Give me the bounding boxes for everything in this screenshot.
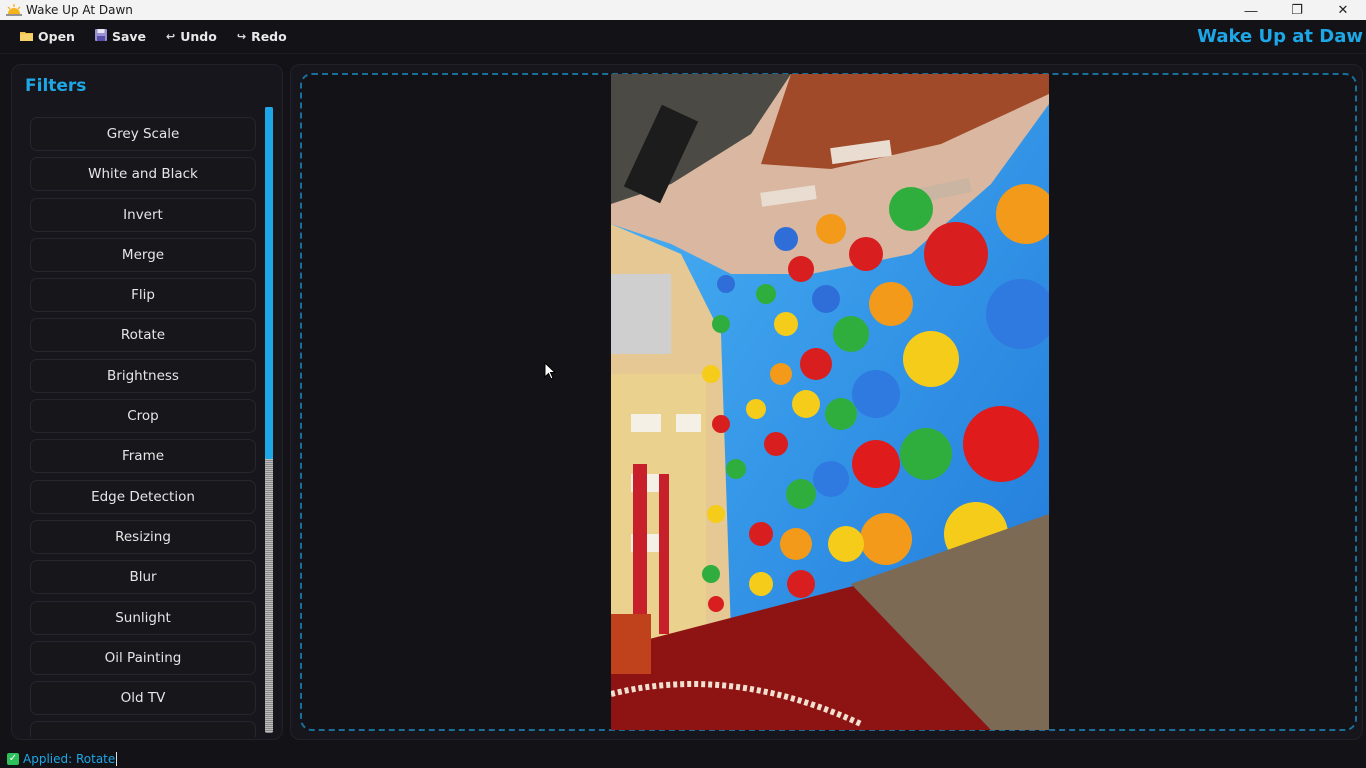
status-bar: ✓ Applied: Rotate — [0, 750, 1366, 768]
mouse-pointer-icon — [544, 361, 557, 385]
window-title-bar: Wake Up At Dawn — ❐ ✕ — [0, 0, 1366, 20]
filter-merge-button[interactable]: Merge — [30, 237, 256, 272]
status-message: Applied: Rotate — [23, 752, 118, 766]
image-canvas-panel — [290, 64, 1363, 740]
filter-frame-button[interactable]: Frame — [30, 439, 256, 474]
redo-button[interactable]: ↪ Redo — [227, 25, 297, 49]
filters-title: Filters — [25, 76, 87, 96]
undo-label: Undo — [180, 29, 217, 44]
folder-icon — [20, 29, 33, 44]
filter-crop-button[interactable]: Crop — [30, 399, 256, 434]
window-title: Wake Up At Dawn — [26, 3, 133, 17]
filter-oil-painting-button[interactable]: Oil Painting — [30, 640, 256, 675]
filter-blur-button[interactable]: Blur — [30, 560, 256, 595]
save-label: Save — [111, 29, 147, 44]
filter-rotate-button[interactable]: Rotate — [30, 318, 256, 353]
filter-flip-button[interactable]: Flip — [30, 278, 256, 313]
minimize-button[interactable]: — — [1228, 0, 1274, 20]
filter-sunlight-button[interactable]: Sunlight — [30, 600, 256, 635]
check-icon: ✓ — [7, 753, 19, 765]
redo-label: Redo — [251, 29, 287, 44]
floppy-disk-icon — [94, 29, 107, 44]
redo-arrow-icon: ↪ — [236, 30, 247, 43]
image-drop-zone[interactable] — [300, 73, 1357, 731]
filter-brightness-button[interactable]: Brightness — [30, 358, 256, 393]
filter-list: Grey Scale White and Black Invert Merge … — [30, 117, 256, 737]
image-preview — [611, 74, 1049, 730]
undo-button[interactable]: ↩ Undo — [156, 25, 227, 49]
open-button[interactable]: Open — [10, 25, 85, 49]
filter-invert-button[interactable]: Invert — [30, 197, 256, 232]
close-button[interactable]: ✕ — [1320, 0, 1366, 20]
filter-list-scrollbar[interactable] — [265, 107, 273, 733]
save-button[interactable]: Save — [85, 25, 156, 49]
open-label: Open — [38, 29, 75, 44]
filter-next-button[interactable] — [30, 721, 256, 737]
brand-title: Wake Up at Daw — [1197, 26, 1363, 47]
filter-old-tv-button[interactable]: Old TV — [30, 681, 256, 716]
undo-arrow-icon: ↩ — [166, 30, 176, 43]
filter-resizing-button[interactable]: Resizing — [30, 519, 256, 554]
scrollbar-thumb[interactable] — [265, 107, 273, 459]
toolbar: Open Save ↩ Undo ↪ Redo Wake Up at Daw — [0, 20, 1366, 54]
sunrise-icon — [4, 0, 24, 20]
filter-white-and-black-button[interactable]: White and Black — [30, 157, 256, 192]
filters-panel: Filters Grey Scale White and Black Inver… — [11, 64, 283, 740]
maximize-button[interactable]: ❐ — [1274, 0, 1320, 20]
filter-edge-detection-button[interactable]: Edge Detection — [30, 479, 256, 514]
filter-grey-scale-button[interactable]: Grey Scale — [30, 117, 256, 151]
